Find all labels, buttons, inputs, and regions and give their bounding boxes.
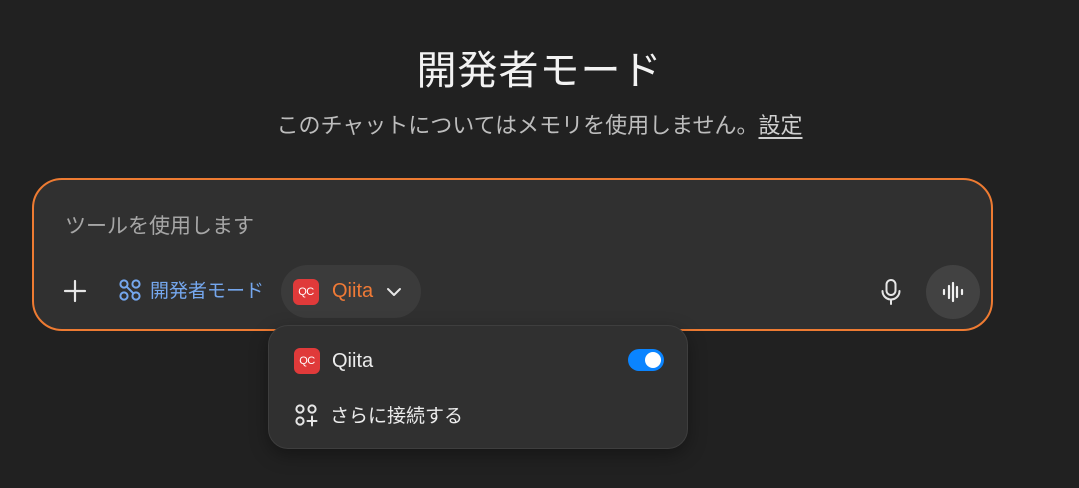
chat-composer[interactable]: ツールを使用します 開発者モード QC Qiita xyxy=(32,178,993,331)
qiita-connector-chip[interactable]: QC Qiita xyxy=(281,265,421,318)
qiita-chip-label: Qiita xyxy=(332,280,374,302)
page-title: 開発者モード xyxy=(416,48,663,94)
plus-icon[interactable] xyxy=(62,278,88,304)
voice-mode-button[interactable] xyxy=(926,265,980,319)
developer-mode-label: 開発者モード xyxy=(150,280,265,302)
toggle-knob xyxy=(645,352,661,368)
dropdown-item-label: さらに接続する xyxy=(330,405,464,427)
qiita-toggle-switch[interactable] xyxy=(628,349,664,371)
voice-waveform-icon xyxy=(942,281,964,303)
qiita-logo-icon: QC xyxy=(293,278,319,305)
composer-input-placeholder[interactable]: ツールを使用します xyxy=(65,210,254,240)
chevron-down-icon xyxy=(387,287,402,296)
developer-mode-icon xyxy=(119,278,141,301)
connector-dropdown: QC Qiita さらに接続する xyxy=(268,325,688,449)
dropdown-item-qiita[interactable]: QC Qiita xyxy=(294,348,373,374)
connect-apps-plus-icon xyxy=(295,403,318,426)
developer-mode-button[interactable]: 開発者モード xyxy=(118,276,264,303)
qiita-logo-icon: QC xyxy=(294,348,320,374)
memory-notice-text: このチャットについてはメモリを使用しません。 xyxy=(276,114,759,139)
dropdown-item-connect-more[interactable]: さらに接続する xyxy=(294,401,463,428)
microphone-icon[interactable] xyxy=(879,278,903,306)
settings-link[interactable]: 設定 xyxy=(759,114,803,139)
dropdown-item-label: Qiita xyxy=(332,349,374,372)
memory-notice: このチャットについてはメモリを使用しません。設定 xyxy=(0,108,1079,140)
